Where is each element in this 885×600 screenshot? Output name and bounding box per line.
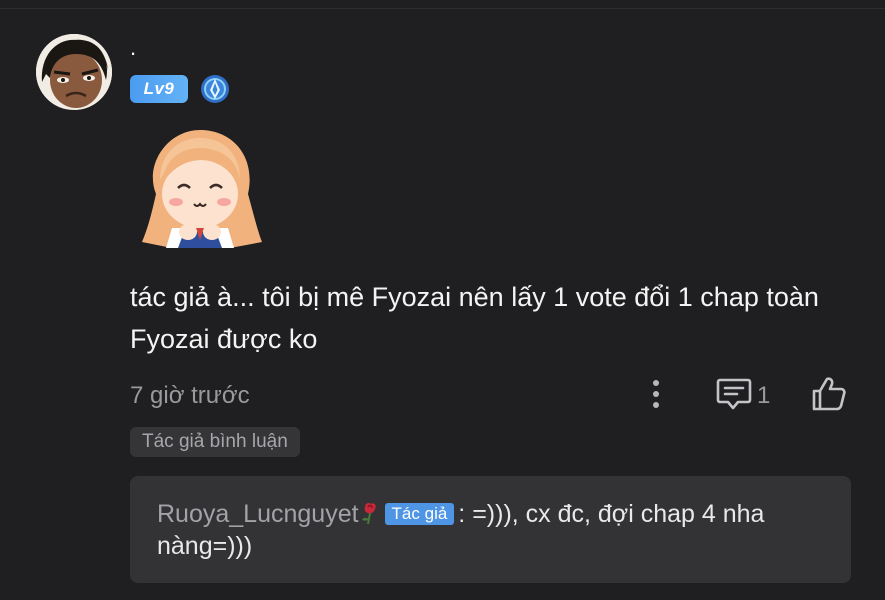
- reply-preview[interactable]: Ruoya_Lucnguyet Tác giả: =))), cx đc, đợi…: [130, 476, 851, 583]
- reply-content: Ruoya_Lucnguyet Tác giả: =))), cx đc, đợi…: [157, 498, 817, 562]
- author-badge: Tác giả: [384, 503, 455, 525]
- comment-timestamp: 7 giờ trước: [130, 382, 250, 409]
- thumbs-up-icon[interactable]: [810, 375, 848, 413]
- rose-icon: [359, 501, 379, 525]
- user-badges: Lv9: [130, 74, 230, 104]
- reply-username[interactable]: Ruoya_Lucnguyet: [157, 500, 359, 528]
- happy-girl-sticker: [138, 124, 264, 250]
- more-vertical-icon[interactable]: [644, 378, 668, 410]
- comment-text: tác giả à... tôi bị mê Fyozai nên lấy 1 …: [130, 282, 819, 354]
- avatar[interactable]: [36, 34, 112, 110]
- author-commented-tag: Tác giả bình luận: [130, 427, 300, 457]
- level-badge: Lv9: [130, 75, 188, 103]
- rank-emblem-icon: [200, 74, 230, 104]
- comment-icon[interactable]: [716, 377, 752, 411]
- comment-username[interactable]: .: [130, 36, 136, 60]
- divider: [0, 8, 885, 9]
- reply-count: 1: [757, 382, 771, 409]
